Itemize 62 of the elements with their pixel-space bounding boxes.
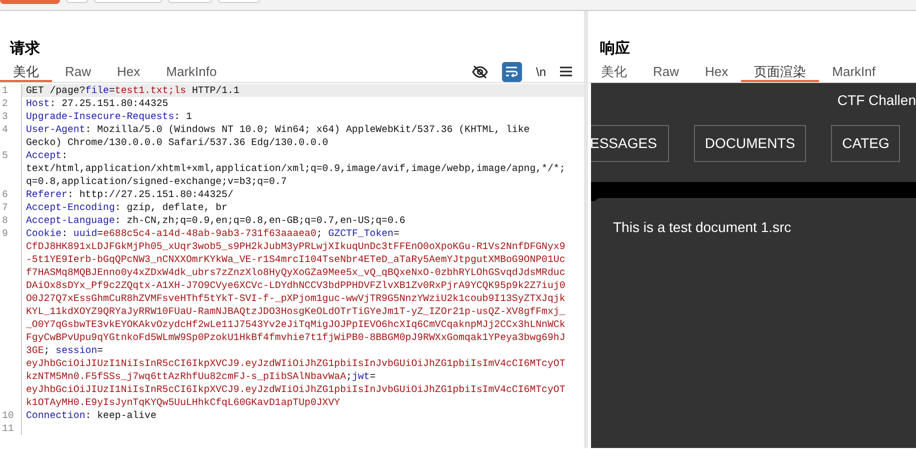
tab[interactable]: 美化 [0, 63, 52, 82]
code-text: _O0Y7qGsbwTE3vkEYOKAkvOzydcHf2wLe11J7543Yv2eJiTqMigJOJPpIEVO6hcXIq6CmVCqaknpMJj2CCx3hLNnWCk [26, 319, 566, 330]
code-text: Connection: keep-alive [26, 410, 156, 421]
tab[interactable]: 美化 [588, 63, 640, 82]
code-text: GET /page?file=test1.txt;ls HTTP/1.1 [26, 85, 240, 96]
line-number: 2 [2, 98, 8, 109]
code-text: -5t1YE9Ierb-bGqQPcNW3_nCNXXOmrKYkWa_VE-r1S4mrcI104TseNbr4ETeD_aTaRy5AemYJtpgutXMBoG9ONP01Uc [26, 254, 566, 265]
code-text: DAiOx8sDYx_Pf9c2ZQqtx-A1XH-J7O9CVye6XCVc-LDYdhNCCV3bdPPHDVFZlvXB1Zv0RxPjrA9YCQK95p9k2Z7iuj0 [26, 280, 566, 291]
newline-toggle[interactable]: \n [536, 64, 546, 78]
code-text: Upgrade-Insecure-Requests: 1 [26, 111, 192, 122]
code-text: Host: 27.25.151.80:44325 [26, 98, 168, 109]
code-text: Referer: http://27.25.151.80:44325/ [26, 189, 234, 200]
panel-title: 请求 [10, 40, 40, 58]
code-text: CfDJ8HK891xLDJFGkMjPh05_xUqr3wob5_s9PH2kJubM3yPRLwjXIkuqUnDc3tFFEnO0oXpoKGu-R1Vs2NnfDFGNyx9 [26, 241, 566, 252]
tab[interactable]: Raw [640, 63, 692, 82]
code-text: Gecko) Chrome/130.0.0.0 Safari/537.36 Edg/130.0.0.0 [26, 137, 328, 148]
tab[interactable]: MarkInfo [153, 63, 230, 82]
document-text: This is a test document 1.src [613, 219, 792, 235]
toolbar-button[interactable] [168, 0, 212, 3]
tab[interactable]: Hex [692, 63, 742, 82]
code-text: Accept-Language: zh-CN,zh;q=0.9,en;q=0.8,en-GB;q=0.7,en-US;q=0.6 [26, 215, 406, 226]
line-number: 7 [2, 202, 8, 213]
tab[interactable]: Hex [104, 63, 154, 82]
wrap-icon [505, 66, 518, 77]
toolbar-button[interactable] [0, 0, 60, 4]
code-text: KYL_11kdXOYZ9QRYaJyRRW10FUaU-RamNJBAQtzJDO3HosgKeOLdOTrTiGYeJm1T-yZ_IZOr21p-usQZ-XV8gfFmxj_ [26, 306, 566, 317]
panel-title: 响应 [600, 40, 630, 58]
code-text: 3GE; session= [26, 345, 104, 356]
code-text: q=0.8,application/signed-exchange;v=b3;q=0.7 [26, 176, 287, 187]
tab[interactable]: MarkInf [819, 63, 888, 82]
code-text: eyJhbGciOiJIUzI1NiIsInR5cCI6IkpXVCJ9.eyJzdWIiOiJhZG1pbiIsInJvbGUiOiJhZG1pbiIsImV4cCI6MTcyOT [26, 358, 566, 369]
line-number: 8 [2, 215, 8, 226]
toolbar-button[interactable] [218, 0, 260, 3]
site-title: CTF Challen [837, 91, 916, 109]
nav-link[interactable]: ESSAGES [591, 125, 669, 162]
tab[interactable]: Raw [52, 63, 104, 82]
code-text: k1OTAyMH0.E9yIsJynTqKYQw5UuLHhkCfqL60GKavD1apTUp0JXVY [26, 397, 340, 408]
code-text: kzNTM5Mn0.F5fSSs_j7wq6ttAzRhfUu82cmFJ-s_pIibSAlNbavWaA;jwt= [26, 371, 376, 382]
line-number: 4 [2, 124, 8, 135]
hide-icon[interactable] [472, 64, 488, 78]
nav-link[interactable]: CATEG [831, 125, 900, 162]
line-number: 9 [2, 228, 8, 239]
code-text: FgyCwBPvUpu9qYGtnkoFd5WLmW9Sp0PzokU1HkBf4fmvhie7t1fjWiPB0-8BBGM0pJ9RWXxGomqak1YPeya3bwg69hJ [26, 332, 566, 343]
code-text: f7HASMq8MQBJEnno0y4xZDxW4dk_ubrs7zZnzXlo8HyQyXoGZa9Mee5x_vQ_qBQxeNxO-0zbhRYLOhGSvqdJdsMRduc [26, 267, 566, 278]
code-text: O0J27Q7xEssGhmCuR8hZVMFsveHThf5tYkT-SVI-f-_pXPjom1guc-wwVjTR9G5NnzYWziU2k1coub9I13SyZTXJqjk [26, 293, 566, 304]
code-text: Accept: [26, 150, 68, 161]
toolbar-button[interactable] [66, 0, 88, 3]
code-text: Cookie: uuid=e688c5c4-a14d-48ab-9ab3-731f63aaaea0; GZCTF_Token= [26, 228, 400, 239]
line-number: 3 [2, 111, 8, 122]
code-text: User-Agent: Mozilla/5.0 (Windows NT 10.0; Win64; x64) AppleWebKit/537.36 (KHTML, like [26, 124, 530, 135]
line-number: 1 [2, 85, 8, 96]
nav-link[interactable]: DOCUMENTS [694, 125, 806, 162]
line-number: 10 [2, 410, 14, 421]
line-number: 5 [2, 150, 8, 161]
menu-icon[interactable] [560, 66, 572, 77]
wrap-toggle[interactable] [502, 62, 522, 82]
line-number: 6 [2, 189, 8, 200]
code-text: text/html,application/xhtml+xml,application/xml;q=0.9,image/avif,image/webp,image/apng,*/*; [26, 163, 566, 174]
code-text: eyJhbGciOiJIUzI1NiIsInR5cCI6IkpXVCJ9.eyJzdWIiOiJhZG1pbiIsInJvbGUiOiJhZG1pbiIsImV4cCI6MTcyOT [26, 384, 566, 395]
toolbar-button[interactable] [94, 0, 162, 3]
code-text: Accept-Encoding: gzip, deflate, br [26, 202, 228, 213]
line-number: 11 [2, 423, 14, 434]
